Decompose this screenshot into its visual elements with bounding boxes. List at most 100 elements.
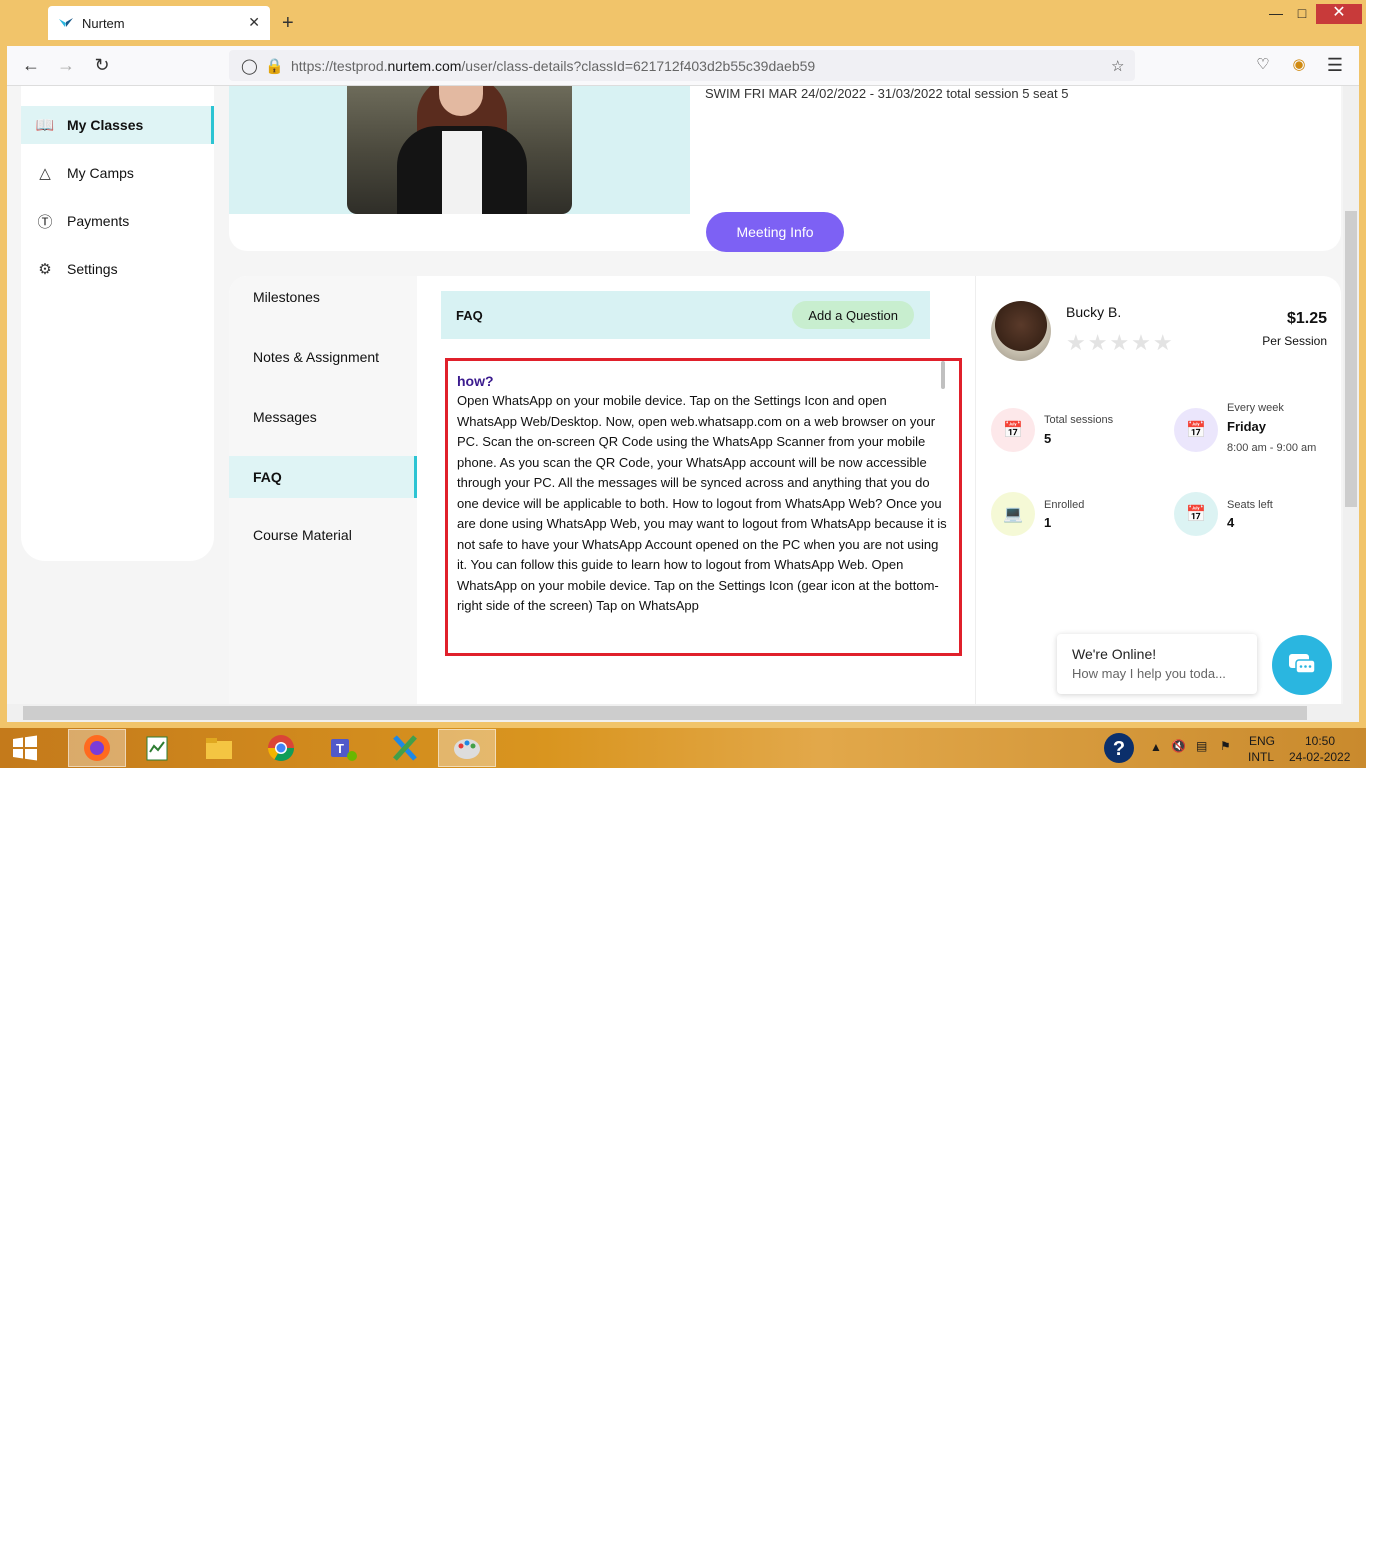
- vertical-scrollbar[interactable]: [1343, 86, 1359, 704]
- menu-icon[interactable]: ☰: [1323, 55, 1347, 76]
- shield-icon[interactable]: ◯: [241, 57, 258, 75]
- faq-header-title: FAQ: [456, 307, 483, 323]
- input-language[interactable]: ENG: [1249, 734, 1275, 748]
- sidebar-item-label: My Classes: [67, 117, 144, 133]
- session-info: SWIM FRI MAR 24/02/2022 - 31/03/2022 tot…: [705, 86, 1069, 101]
- tab-notes-assignment[interactable]: Notes & Assignment: [229, 336, 417, 378]
- chat-icon: [1289, 654, 1316, 674]
- url-prefix: https://testprod.: [291, 57, 388, 74]
- svg-text:T: T: [336, 741, 344, 756]
- url-path: /user/class-details?classId=621712f403d2…: [461, 57, 816, 74]
- clock-date[interactable]: 24-02-2022: [1289, 750, 1350, 764]
- class-tabs: Milestones Notes & Assignment Messages F…: [229, 276, 417, 704]
- horizontal-scrollbar[interactable]: [7, 704, 1359, 722]
- lock-icon[interactable]: 🔒: [265, 57, 284, 75]
- schedule-label: Every week: [1227, 402, 1284, 414]
- clock-time[interactable]: 10:50: [1305, 734, 1335, 748]
- network-icon[interactable]: ▤: [1196, 739, 1207, 753]
- chat-button[interactable]: [1272, 635, 1332, 695]
- sidebar-item-my-camps[interactable]: △ My Camps: [21, 154, 214, 192]
- sidebar: 📖 My Classes △ My Camps Ⓣ Payments ⚙ Set…: [21, 86, 214, 561]
- calendar-icon: 📅: [991, 408, 1035, 452]
- faq-scrollbar[interactable]: [941, 361, 945, 389]
- windows-taskbar: T ? ▲ 🔇 ▤ ⚑ ENG INTL 10:50 24-02-2022: [0, 728, 1366, 768]
- tab-milestones[interactable]: Milestones: [229, 276, 417, 318]
- windows-start-icon[interactable]: [0, 729, 50, 767]
- help-icon[interactable]: ?: [1103, 732, 1135, 767]
- enrolled-value: 1: [1044, 515, 1052, 530]
- back-icon[interactable]: ←: [19, 55, 43, 76]
- total-sessions-value: 5: [1044, 431, 1052, 446]
- class-photo-background: [229, 86, 690, 214]
- tutor-name: Bucky B.: [1066, 304, 1122, 320]
- tray-expand-icon[interactable]: ▲: [1150, 740, 1162, 754]
- minimize-icon[interactable]: —: [1262, 4, 1290, 24]
- file-explorer-icon[interactable]: [190, 729, 248, 767]
- tab-course-material[interactable]: Course Material: [229, 514, 417, 556]
- keyboard-layout[interactable]: INTL: [1248, 750, 1274, 764]
- new-tab-button[interactable]: +: [282, 12, 294, 35]
- faq-answer: Open WhatsApp on your mobile device. Tap…: [457, 393, 947, 613]
- window-close-icon[interactable]: ✕: [1316, 4, 1362, 24]
- firefox-icon[interactable]: [68, 729, 126, 767]
- faq-entry: how? Open WhatsApp on your mobile device…: [445, 358, 962, 656]
- nurtem-logo-icon: [59, 18, 73, 27]
- schedule-time: 8:00 am - 9:00 am: [1227, 442, 1317, 454]
- vertical-scrollbar-thumb[interactable]: [1345, 211, 1357, 507]
- meeting-info-button[interactable]: Meeting Info: [706, 212, 844, 252]
- tent-icon: △: [39, 165, 51, 182]
- sidebar-item-my-classes[interactable]: 📖 My Classes: [21, 106, 214, 144]
- enrolled-label: Enrolled: [1044, 499, 1085, 511]
- class-summary-card: SWIM FRI MAR 24/02/2022 - 31/03/2022 tot…: [229, 86, 1341, 252]
- sidebar-item-label: My Camps: [67, 165, 134, 181]
- faq-question: how?: [457, 373, 494, 389]
- total-sessions-label: Total sessions: [1044, 414, 1114, 426]
- price-unit: Per Session: [1262, 334, 1327, 348]
- faq-header: FAQ Add a Question: [441, 291, 930, 339]
- gear-icon: ⚙: [38, 261, 52, 278]
- action-center-flag-icon[interactable]: ⚑: [1220, 739, 1231, 753]
- schedule-day: Friday: [1227, 419, 1267, 434]
- teams-icon[interactable]: T: [314, 729, 372, 767]
- tab-messages[interactable]: Messages: [229, 396, 417, 438]
- chrome-icon[interactable]: [252, 729, 310, 767]
- tab-faq[interactable]: FAQ: [229, 456, 417, 498]
- seats-left-label: Seats left: [1227, 499, 1273, 511]
- laptop-icon: 💻: [991, 492, 1035, 536]
- maximize-icon[interactable]: □: [1288, 4, 1316, 24]
- chat-prompt[interactable]: We're Online! How may I help you toda...: [1057, 634, 1257, 694]
- chat-title: We're Online!: [1072, 646, 1157, 662]
- dollar-icon: Ⓣ: [37, 213, 53, 231]
- notepad-icon[interactable]: [128, 729, 186, 767]
- tutor-avatar: [991, 301, 1051, 361]
- calendar-icon: 📅: [1174, 492, 1218, 536]
- reload-icon[interactable]: ↻: [90, 55, 114, 76]
- volume-muted-icon[interactable]: 🔇: [1171, 739, 1186, 753]
- sidebar-item-label: Payments: [67, 213, 130, 229]
- sidebar-item-payments[interactable]: Ⓣ Payments: [21, 202, 214, 240]
- horizontal-scrollbar-thumb[interactable]: [23, 706, 1307, 720]
- tab-title: Nurtem: [82, 15, 125, 31]
- browser-navbar: ← → ↻ ◯ 🔒 https://testprod. nurtem.com/us…: [7, 46, 1359, 86]
- paint-icon[interactable]: [438, 729, 496, 767]
- chat-subtitle: How may I help you toda...: [1072, 666, 1226, 681]
- add-question-button[interactable]: Add a Question: [792, 301, 914, 329]
- sidebar-item-label: Settings: [67, 261, 118, 277]
- extension-icon[interactable]: ◉: [1287, 55, 1311, 73]
- page-viewport: 📖 My Classes △ My Camps Ⓣ Payments ⚙ Set…: [7, 86, 1359, 704]
- price: $1.25: [1286, 310, 1327, 327]
- url-bar[interactable]: ◯ 🔒 https://testprod. nurtem.com/user/cla…: [229, 50, 1135, 81]
- book-icon: 📖: [35, 117, 55, 134]
- browser-titlebar: Nurtem ✕ + — □ ✕: [0, 0, 1366, 46]
- calendar-icon: 📅: [1174, 408, 1218, 452]
- browser-tab[interactable]: Nurtem ✕: [48, 6, 270, 40]
- forward-icon[interactable]: →: [54, 55, 78, 76]
- svg-text:?: ?: [1113, 738, 1125, 760]
- sidebar-item-settings[interactable]: ⚙ Settings: [21, 250, 214, 288]
- rating-stars-icon[interactable]: ★★★★★: [1066, 330, 1175, 356]
- url-host: nurtem.com: [387, 57, 462, 74]
- bookmark-star-icon[interactable]: ☆: [1111, 57, 1124, 75]
- xmind-icon[interactable]: [376, 729, 434, 767]
- pocket-icon[interactable]: ♡: [1251, 55, 1275, 73]
- tab-close-icon[interactable]: ✕: [248, 14, 260, 31]
